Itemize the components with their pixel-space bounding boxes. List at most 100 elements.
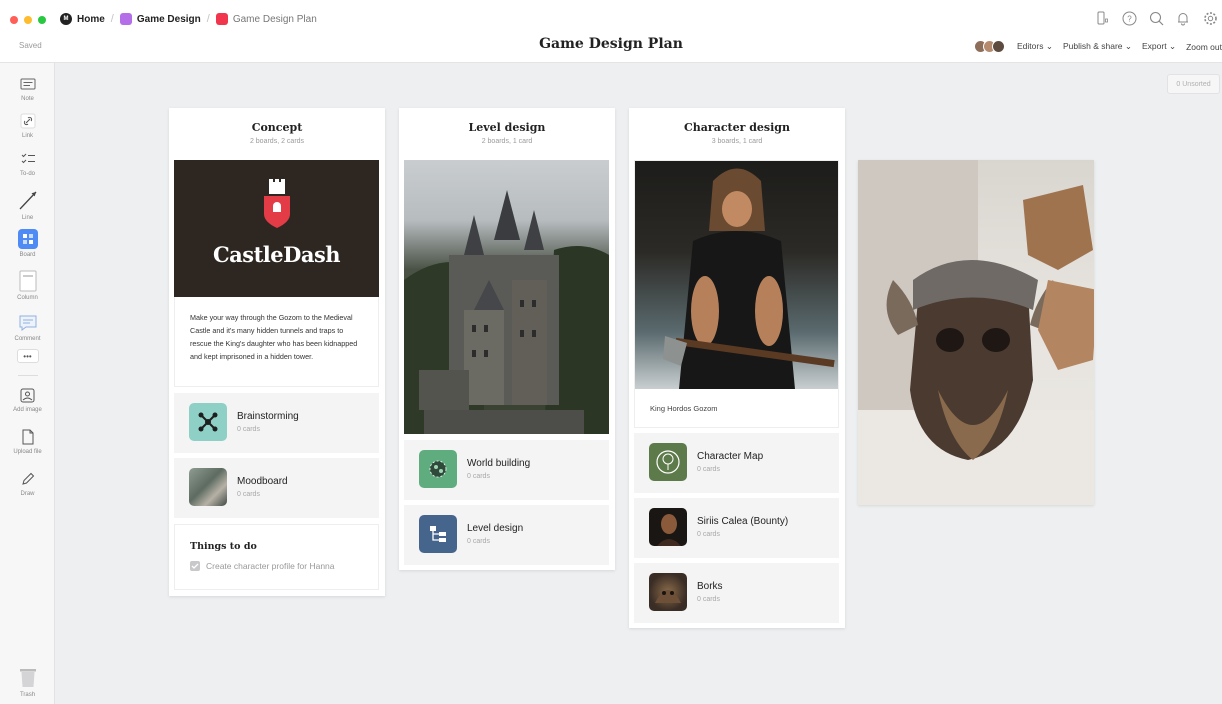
- column-character-design[interactable]: Character design 3 boards, 1 card King H…: [629, 108, 845, 628]
- board-name: World building: [467, 458, 531, 469]
- more-icon: •••: [16, 349, 39, 363]
- character-photo-card[interactable]: King Hordos Gozom: [634, 160, 839, 428]
- unsorted-count: 0: [1176, 80, 1181, 88]
- breadcrumb-separator: /: [110, 13, 114, 25]
- board-color-icon: [215, 13, 228, 25]
- board-color-icon: [119, 13, 132, 25]
- todo-title: Things to do: [190, 541, 257, 552]
- pencil-icon: [19, 470, 37, 488]
- todo-icon: [19, 150, 37, 168]
- game-logo-text: CastleDash: [212, 242, 341, 267]
- breadcrumb: M Home / Game Design / Game Design Plan: [60, 13, 317, 25]
- board-card-count: 0 cards: [697, 531, 720, 538]
- close-window-button[interactable]: [10, 16, 18, 24]
- castle-photo[interactable]: [404, 160, 609, 434]
- tool-upload-file[interactable]: Upload file: [0, 428, 55, 455]
- help-icon[interactable]: ?: [1121, 10, 1137, 26]
- home-icon: M: [60, 13, 72, 25]
- breadcrumb-current-label: Game Design Plan: [232, 13, 317, 25]
- hierarchy-icon: [419, 515, 457, 553]
- checkbox-checked-icon[interactable]: [190, 561, 200, 571]
- top-bar: M Home / Game Design / Game Design Plan …: [0, 0, 1222, 63]
- board-name: Siriis Calea (Bounty): [697, 516, 789, 527]
- tool-label: Comment: [14, 336, 41, 342]
- tool-more[interactable]: •••: [0, 349, 55, 366]
- column-subtitle: 2 boards, 2 cards: [249, 138, 305, 145]
- tool-trash[interactable]: Trash: [0, 667, 55, 698]
- image-caption: King Hordos Gozom: [650, 404, 718, 413]
- castledash-logo-card[interactable]: CastleDash: [174, 160, 379, 297]
- todo-item-text: Create character profile for Hanna: [206, 561, 335, 571]
- breadcrumb-separator: /: [206, 13, 210, 25]
- note-icon: [19, 75, 37, 93]
- skull-image-card[interactable]: [858, 160, 1094, 505]
- tool-board[interactable]: Board: [0, 229, 55, 258]
- tool-column[interactable]: Column: [0, 270, 55, 301]
- board-moodboard[interactable]: Moodboard 0 cards: [174, 458, 379, 518]
- column-subtitle: 2 boards, 1 card: [481, 138, 533, 145]
- tool-draw[interactable]: Draw: [0, 470, 55, 497]
- description-card[interactable]: Make your way through the Gozom to the M…: [174, 297, 379, 387]
- column-concept[interactable]: Concept 2 boards, 2 cards CastleDash Mak…: [169, 108, 385, 596]
- tool-label: Column: [17, 295, 38, 301]
- column-title: Character design: [684, 121, 790, 134]
- breadcrumb-current[interactable]: Game Design Plan: [215, 13, 317, 25]
- zoom-out-button[interactable]: Zoom out: [1186, 42, 1222, 52]
- column-icon: [19, 270, 37, 292]
- tool-label: Line: [21, 215, 34, 221]
- toolbar-divider: [18, 375, 38, 376]
- board-card-count: 0 cards: [237, 426, 260, 433]
- board-card-count: 0 cards: [697, 596, 720, 603]
- bell-icon[interactable]: [1175, 10, 1191, 26]
- board-siriis-calea[interactable]: Siriis Calea (Bounty) 0 cards: [634, 498, 839, 558]
- todo-item[interactable]: Create character profile for Hanna: [190, 561, 335, 571]
- maximize-window-button[interactable]: [38, 16, 46, 24]
- board-brainstorming[interactable]: Brainstorming 0 cards: [174, 393, 379, 453]
- editors-menu-button[interactable]: Editors ⌄: [1017, 41, 1053, 52]
- device-icon[interactable]: [1094, 10, 1110, 26]
- board-character-map[interactable]: Character Map 0 cards: [634, 433, 839, 493]
- export-button[interactable]: Export ⌄: [1142, 41, 1176, 52]
- board-world-building[interactable]: World building 0 cards: [404, 440, 609, 500]
- file-icon: [19, 428, 37, 446]
- tool-line[interactable]: Line: [0, 188, 55, 221]
- trash-icon: [19, 667, 37, 689]
- comment-icon: [19, 313, 37, 333]
- line-icon: [17, 188, 39, 212]
- editors-label: Editors: [1017, 41, 1044, 51]
- tool-note[interactable]: Note: [0, 75, 55, 102]
- tool-label: Note: [21, 96, 34, 102]
- tool-todo[interactable]: To-do: [0, 150, 55, 177]
- skull-sculpture-image: [858, 160, 1094, 505]
- unsorted-button[interactable]: 0 Unsorted: [1167, 74, 1220, 94]
- description-text: Make your way through the Gozom to the M…: [190, 313, 358, 361]
- breadcrumb-game-design[interactable]: Game Design: [119, 13, 201, 25]
- tool-label: Draw: [20, 491, 35, 497]
- column-subtitle: 3 boards, 1 card: [711, 138, 763, 145]
- breadcrumb-home-label: Home: [77, 13, 105, 25]
- column-level-design[interactable]: Level design 2 boards, 1 card World buil…: [399, 108, 615, 570]
- creature-thumbnail: [649, 573, 687, 611]
- export-label: Export: [1142, 41, 1167, 51]
- minimize-window-button[interactable]: [24, 16, 32, 24]
- search-icon[interactable]: [1148, 10, 1164, 26]
- breadcrumb-home[interactable]: M Home: [60, 13, 105, 25]
- settings-icon[interactable]: [1202, 10, 1218, 26]
- collaborator-avatars[interactable]: [974, 40, 1005, 53]
- character-photo: [635, 161, 838, 389]
- moodboard-thumbnail: [189, 468, 227, 506]
- breadcrumb-game-design-label: Game Design: [136, 13, 201, 25]
- publish-share-button[interactable]: Publish & share ⌄: [1063, 41, 1132, 52]
- network-icon: [189, 403, 227, 441]
- tool-add-image[interactable]: Add image: [0, 386, 55, 413]
- board-borks[interactable]: Borks 0 cards: [634, 563, 839, 623]
- column-header: Concept 2 boards, 2 cards: [169, 108, 385, 158]
- globe-icon: [419, 450, 457, 488]
- column-header: Character design 3 boards, 1 card: [629, 108, 845, 158]
- todo-card[interactable]: Things to do Create character profile fo…: [174, 524, 379, 590]
- avatar: [992, 40, 1005, 53]
- tool-link[interactable]: Link: [0, 112, 55, 139]
- board-level-design[interactable]: Level design 0 cards: [404, 505, 609, 565]
- tool-comment[interactable]: Comment: [0, 313, 55, 342]
- board-card-count: 0 cards: [237, 491, 260, 498]
